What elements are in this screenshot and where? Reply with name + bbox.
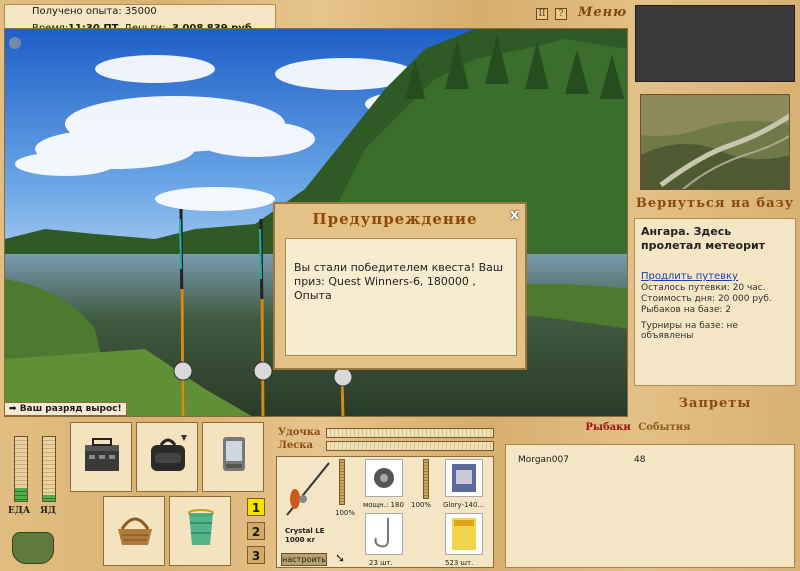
menu-button[interactable]: Меню bbox=[578, 5, 627, 20]
line-strength-bar bbox=[326, 441, 494, 451]
tab-3[interactable]: 3 bbox=[247, 546, 265, 564]
rod-condition-bar bbox=[339, 459, 345, 505]
dialog-title: Предупреждение bbox=[312, 210, 478, 228]
hook-icon bbox=[374, 518, 389, 548]
return-to-base-button[interactable]: Вернуться на базу bbox=[630, 196, 800, 211]
bait-count: 523 шт. bbox=[445, 559, 474, 567]
food-bag-icon[interactable] bbox=[12, 532, 54, 564]
rod-icon[interactable] bbox=[281, 459, 335, 519]
fisher-value: 48 bbox=[634, 455, 646, 465]
rod-label: Удочка bbox=[278, 427, 321, 438]
experience-text: Получено опыта: 35000 bbox=[32, 6, 157, 17]
keepnet-icon bbox=[188, 509, 214, 545]
tackle-box-slot[interactable] bbox=[70, 422, 132, 492]
lure-caption: Glory-140... bbox=[443, 501, 485, 509]
reel-caption: мощн.: 180 bbox=[363, 501, 404, 509]
rank-up-notice[interactable]: ➡ Ваш разряд вырос! bbox=[4, 402, 127, 416]
drink-label: ЯД bbox=[40, 506, 56, 516]
bait-pack-icon bbox=[452, 518, 476, 550]
tackle-setup: 100% Crystal LE 1000 кг настроить ➘ мощн… bbox=[276, 456, 494, 568]
reel-icon bbox=[374, 468, 394, 488]
rod-percent: 100% bbox=[335, 509, 356, 517]
base-title: Ангара. Здесь пролетал метеорит bbox=[641, 225, 766, 252]
base-info-line: Осталось путевки: 20 час. bbox=[641, 283, 766, 293]
base-info-line: Стоимость дня: 20 000 руб. bbox=[641, 294, 772, 304]
drink-meter bbox=[42, 436, 56, 502]
basket-slot[interactable] bbox=[103, 496, 165, 566]
right-panel: Вернуться на базу Ангара. Здесь пролетал… bbox=[630, 86, 800, 418]
reel-condition-bar bbox=[423, 459, 429, 499]
pause-button[interactable]: II bbox=[536, 8, 548, 20]
meters-panel: ЕДА ЯД bbox=[4, 422, 66, 566]
fisher-name[interactable]: Morgan007 bbox=[518, 455, 569, 465]
keepnet-slot[interactable] bbox=[169, 496, 231, 566]
arrow-icon: ➡ bbox=[9, 404, 17, 414]
setup-button[interactable]: настроить bbox=[281, 553, 327, 566]
extend-voucher-link[interactable]: Продлить путевку bbox=[641, 271, 789, 282]
tab-1[interactable]: 1 bbox=[247, 498, 265, 516]
location-photo-image bbox=[641, 95, 789, 189]
line-label: Леска bbox=[278, 440, 313, 451]
help-button[interactable]: ? bbox=[555, 8, 567, 20]
bottom-bar: ЕДА ЯД 1 2 3 Удочка Леска 100% Crystal L… bbox=[0, 418, 800, 571]
device-slot[interactable] bbox=[202, 422, 264, 492]
base-info-line: Рыбаков на базе: 2 bbox=[641, 305, 731, 315]
echo-sounder-icon bbox=[223, 437, 245, 471]
rank-up-text: Ваш разряд вырос! bbox=[19, 404, 122, 414]
food-meter bbox=[14, 436, 28, 502]
hook-count: 23 шт. bbox=[369, 559, 393, 567]
location-photo bbox=[640, 94, 790, 190]
rod-name: Crystal LE bbox=[285, 527, 325, 535]
arrow-icon: ➘ bbox=[335, 551, 346, 565]
warning-dialog: Предупреждение x Вы стали победителем кв… bbox=[273, 202, 527, 370]
drink-meter-fill bbox=[43, 494, 55, 501]
basket-icon bbox=[118, 517, 152, 545]
fishers-list: Morgan007 48 bbox=[505, 444, 795, 568]
tab-2[interactable]: 2 bbox=[247, 522, 265, 540]
food-meter-fill bbox=[15, 488, 27, 501]
tab-events[interactable]: События bbox=[638, 422, 690, 433]
base-info-panel: Ангара. Здесь пролетал метеорит Продлить… bbox=[634, 218, 796, 386]
backpack-slot[interactable] bbox=[136, 422, 198, 492]
minimap bbox=[635, 5, 795, 82]
base-info-line: Турниры на базе: не объявлены bbox=[641, 321, 738, 341]
tackle-box-icon bbox=[85, 438, 119, 471]
food-label: ЕДА bbox=[8, 506, 31, 516]
dialog-message: Вы стали победителем квеста! Ваш приз: Q… bbox=[285, 238, 517, 356]
lure-slot[interactable] bbox=[445, 459, 483, 497]
lure-pack-icon bbox=[452, 464, 476, 492]
bans-button[interactable]: Запреты bbox=[630, 396, 800, 411]
tab-fishers[interactable]: Рыбаки bbox=[585, 422, 630, 433]
events-header: Рыбаки События bbox=[503, 422, 773, 433]
backpack-icon bbox=[151, 435, 187, 471]
rod-strength-bar bbox=[326, 428, 494, 438]
tackle-panel: Удочка Леска 100% Crystal LE 1000 кг нас… bbox=[274, 422, 496, 568]
bait-slot[interactable] bbox=[445, 513, 483, 555]
reel-percent: 100% bbox=[411, 501, 432, 509]
rod-weight: 1000 кг bbox=[285, 536, 316, 544]
events-panel: Рыбаки События Morgan007 48 bbox=[503, 418, 800, 571]
close-icon[interactable]: x bbox=[510, 207, 519, 223]
reel-slot[interactable] bbox=[365, 459, 403, 497]
hook-slot[interactable] bbox=[365, 513, 403, 555]
